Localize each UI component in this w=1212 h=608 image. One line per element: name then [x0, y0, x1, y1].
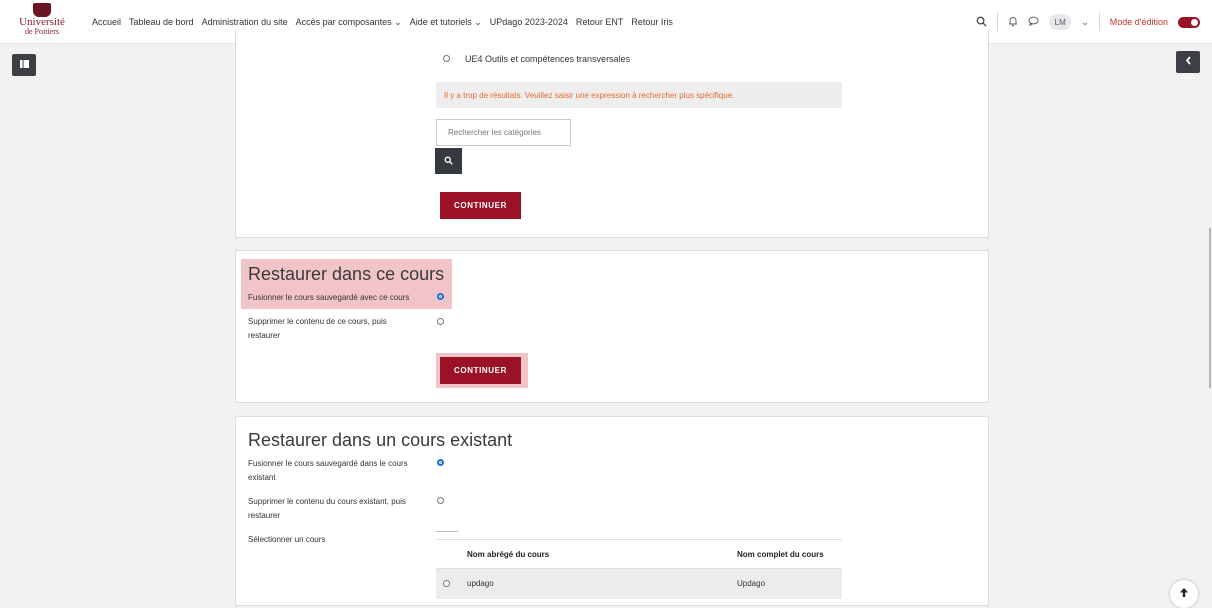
column-header-short-name: Nom abrégé du cours	[467, 550, 550, 559]
nav-retour-ent[interactable]: Retour ENT	[576, 17, 624, 27]
block-drawer-toggle-button[interactable]	[1176, 51, 1200, 73]
search-icon	[444, 156, 453, 167]
bell-icon[interactable]	[1008, 16, 1018, 29]
nav-administration[interactable]: Administration du site	[202, 17, 288, 27]
category-search-button[interactable]	[435, 148, 462, 174]
restore-new-course-card: UE4 Outils et compétences transversales …	[235, 30, 989, 238]
delete-option-label-line2: restaurer	[248, 511, 281, 520]
category-search-input[interactable]: Rechercher les catégories	[436, 119, 571, 146]
delete-radio[interactable]	[437, 318, 444, 325]
merge-radio[interactable]	[437, 293, 444, 300]
navbar-right: LM ⌄ Mode d'édition	[976, 0, 1200, 44]
select-course-label: Sélectionner un cours	[248, 535, 326, 544]
category-radio[interactable]	[443, 55, 450, 62]
delete-option-label: Supprimer le contenu de ce cours, puis	[248, 317, 387, 326]
continue-button[interactable]: CONTINUER	[440, 192, 521, 219]
course-short-name: updago	[467, 579, 494, 588]
section-title: Restaurer dans ce cours	[248, 264, 445, 284]
crest-icon	[33, 3, 51, 17]
merge-radio[interactable]	[437, 459, 444, 466]
delete-option-label: Supprimer le contenu du cours existant, …	[248, 497, 406, 506]
merge-option-label-line2: existant	[248, 473, 276, 482]
search-icon[interactable]	[976, 16, 987, 29]
divider	[997, 13, 999, 31]
chat-icon[interactable]	[1028, 16, 1039, 28]
nav-acces-composantes[interactable]: Accès par composantes ⌄	[296, 17, 402, 28]
nav-tableau-de-bord[interactable]: Tableau de bord	[129, 17, 194, 27]
logo-line2: de Poitiers	[25, 27, 59, 36]
edit-mode-label: Mode d'édition	[1109, 17, 1168, 27]
chevron-down-icon[interactable]: ⌄	[1081, 17, 1089, 28]
too-many-results-warning: Il y a trop de résultats. Veuillez saisi…	[436, 82, 842, 108]
nav-retour-iris[interactable]: Retour Iris	[631, 17, 673, 27]
avatar[interactable]: LM	[1049, 14, 1072, 30]
divider	[436, 531, 458, 532]
delete-radio[interactable]	[437, 497, 444, 504]
drawer-icon	[19, 59, 29, 71]
nav-aide-tutoriels[interactable]: Aide et tutoriels ⌄	[410, 17, 482, 28]
chevron-left-icon	[1185, 56, 1192, 68]
nav-updago[interactable]: UPdago 2023-2024	[490, 17, 568, 27]
scrollbar[interactable]	[1209, 228, 1211, 388]
merge-option-label: Fusionner le cours sauvegardé avec ce co…	[248, 293, 410, 302]
course-index-toggle-button[interactable]	[12, 54, 36, 76]
nav-accueil[interactable]: Accueil	[92, 17, 121, 27]
arrow-up-icon	[1180, 588, 1188, 600]
column-header-full-name: Nom complet du cours	[737, 550, 824, 559]
course-full-name: Updago	[737, 579, 766, 588]
restore-this-course-card: Restaurer dans ce cours Fusionner le cou…	[235, 250, 989, 403]
delete-option-label-line2: restaurer	[248, 331, 281, 340]
section-title: Restaurer dans un cours existant	[248, 430, 513, 450]
back-to-top-button[interactable]	[1170, 580, 1198, 608]
course-radio[interactable]	[443, 580, 450, 587]
restore-existing-course-card: Restaurer dans un cours existant Fusionn…	[235, 416, 989, 606]
divider	[1098, 13, 1100, 31]
continue-button[interactable]: CONTINUER	[440, 357, 521, 384]
table-row[interactable]: updago Updago	[436, 569, 842, 599]
merge-option-label: Fusionner le cours sauvegardé dans le co…	[248, 459, 408, 468]
table-header: Nom abrégé du cours Nom complet du cours	[436, 539, 842, 569]
university-logo[interactable]: Université de Poitiers	[10, 3, 74, 41]
category-option-label: UE4 Outils et compétences transversales	[465, 54, 631, 64]
edit-mode-toggle[interactable]	[1178, 16, 1200, 28]
